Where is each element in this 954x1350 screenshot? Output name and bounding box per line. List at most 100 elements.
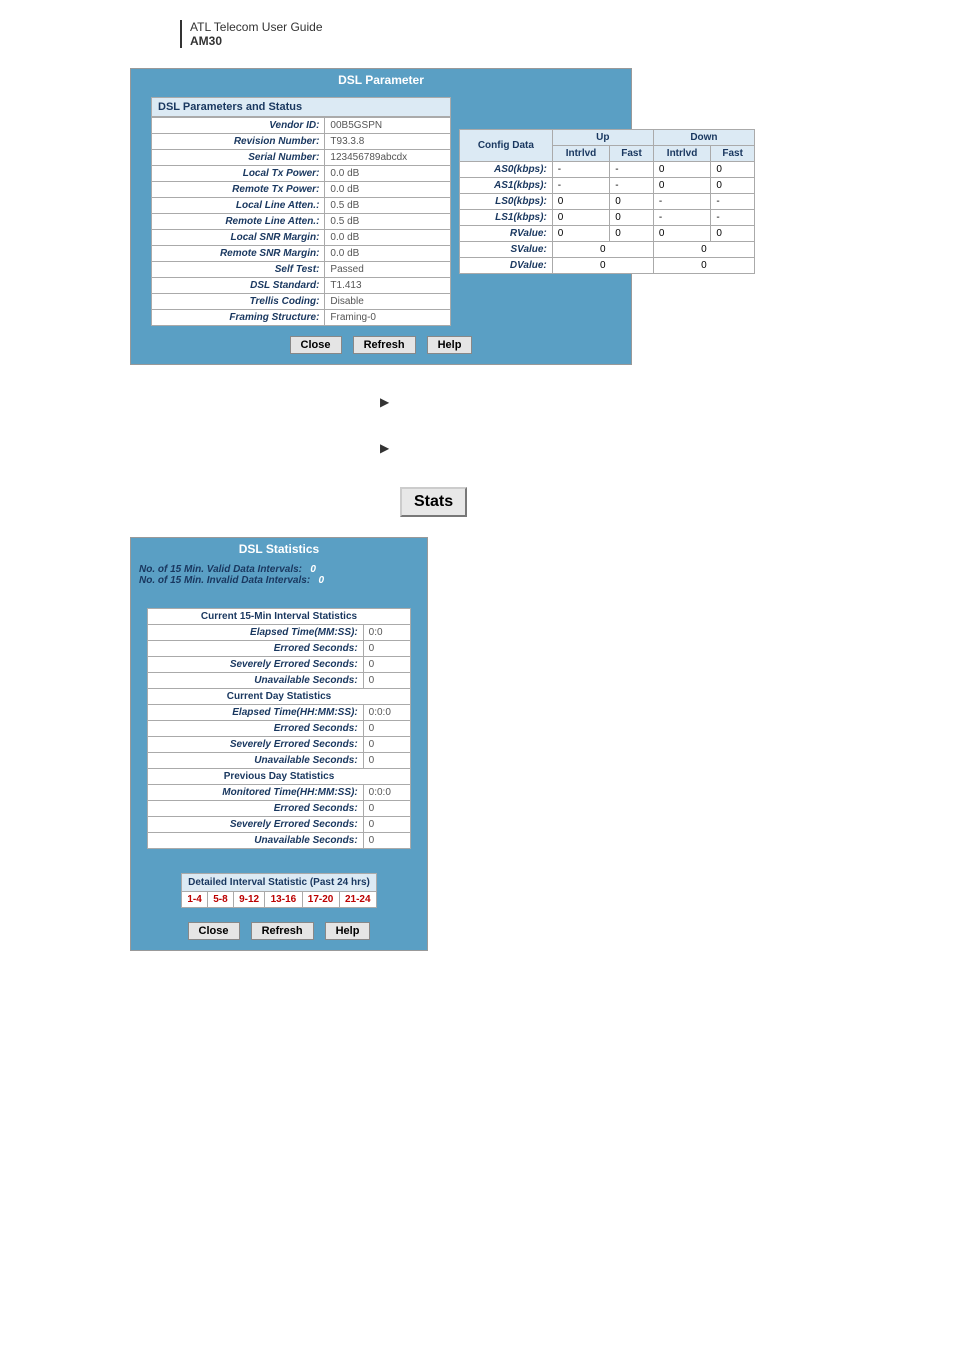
header-line2: AM30 (190, 34, 954, 48)
invalid-intervals-label: No. of 15 Min. Invalid Data Intervals: (139, 575, 310, 586)
config-row-label: AS1(kbps): (460, 178, 553, 194)
config-value: - (610, 162, 654, 178)
refresh-button[interactable]: Refresh (251, 922, 314, 940)
stats-value: 0 (363, 641, 410, 657)
config-row-label: SValue: (460, 242, 553, 258)
config-value: 0 (610, 226, 654, 242)
help-button[interactable]: Help (427, 336, 473, 354)
interval-link[interactable]: 17-20 (302, 892, 339, 908)
config-value: - (653, 210, 710, 226)
param-label: Remote Tx Power: (152, 182, 325, 198)
stats-value: 0 (363, 801, 410, 817)
stats-label: Severely Errored Seconds: (148, 817, 364, 833)
stats-label: Severely Errored Seconds: (148, 657, 364, 673)
close-button[interactable]: Close (188, 922, 240, 940)
config-down-header: Down (653, 130, 754, 146)
param-label: DSL Standard: (152, 278, 325, 294)
stats-value: 0 (363, 721, 410, 737)
stats-table: Current 15-Min Interval StatisticsElapse… (147, 608, 411, 849)
stats-label: Elapsed Time(HH:MM:SS): (148, 705, 364, 721)
param-label: Self Test: (152, 262, 325, 278)
param-value: 0.5 dB (325, 214, 451, 230)
stats-value: 0:0:0 (363, 785, 410, 801)
stats-label: Monitored Time(HH:MM:SS): (148, 785, 364, 801)
stats-button[interactable]: Stats (400, 487, 467, 517)
config-row-label: DValue: (460, 258, 553, 274)
stats-label: Errored Seconds: (148, 641, 364, 657)
param-label: Local SNR Margin: (152, 230, 325, 246)
param-label: Local Tx Power: (152, 166, 325, 182)
config-value: 0 (552, 242, 653, 258)
page-header: ATL Telecom User Guide AM30 (180, 20, 954, 48)
param-value: 0.5 dB (325, 198, 451, 214)
param-label: Framing Structure: (152, 310, 325, 326)
param-value: 123456789abcdx (325, 150, 451, 166)
interval-link[interactable]: 9-12 (233, 892, 265, 908)
param-value: 0.0 dB (325, 182, 451, 198)
param-value: 0.0 dB (325, 166, 451, 182)
config-value: - (552, 178, 609, 194)
dsl-param-button-bar: Close Refresh Help (131, 326, 631, 364)
stats-value: 0 (363, 817, 410, 833)
interval-link[interactable]: 5-8 (207, 892, 233, 908)
param-value: 0.0 dB (325, 230, 451, 246)
config-up-intrlvd: Intrlvd (552, 146, 609, 162)
stats-value: 0:0 (363, 625, 410, 641)
dsl-param-title: DSL Parameter (131, 69, 631, 91)
config-value: - (711, 210, 755, 226)
arrow-icon: ▶ (380, 395, 389, 409)
config-value: - (653, 194, 710, 210)
config-value: 0 (552, 258, 653, 274)
param-label: Remote Line Atten.: (152, 214, 325, 230)
interval-link[interactable]: 1-4 (182, 892, 208, 908)
param-label: Local Line Atten.: (152, 198, 325, 214)
config-value: 0 (552, 210, 609, 226)
stats-label: Errored Seconds: (148, 721, 364, 737)
dsl-parameter-panel: DSL Parameter DSL Parameters and Status … (130, 68, 632, 365)
param-label: Revision Number: (152, 134, 325, 150)
config-value: 0 (711, 226, 755, 242)
param-value: Disable (325, 294, 451, 310)
header-line1: ATL Telecom User Guide (190, 20, 954, 34)
stats-value: 0:0:0 (363, 705, 410, 721)
stats-label: Unavailable Seconds: (148, 753, 364, 769)
config-value: 0 (552, 226, 609, 242)
config-value: 0 (653, 178, 710, 194)
stats-value: 0 (363, 833, 410, 849)
dsl-param-table: Vendor ID:00B5GSPNRevision Number:T93.3.… (151, 117, 451, 326)
config-value: 0 (653, 242, 754, 258)
config-row-label: AS0(kbps): (460, 162, 553, 178)
instruction-row-2: ▶ (380, 441, 954, 455)
config-up-header: Up (552, 130, 653, 146)
config-value: - (552, 162, 609, 178)
param-label: Vendor ID: (152, 118, 325, 134)
dsl-stats-title: DSL Statistics (131, 538, 427, 560)
config-up-fast: Fast (610, 146, 654, 162)
stats-label: Unavailable Seconds: (148, 833, 364, 849)
config-row-label: RValue: (460, 226, 553, 242)
stats-section-header: Current 15-Min Interval Statistics (148, 609, 411, 625)
interval-link[interactable]: 13-16 (265, 892, 302, 908)
config-value: 0 (711, 162, 755, 178)
param-value: T1.413 (325, 278, 451, 294)
stats-button-area: Stats (400, 487, 954, 517)
stats-section-header: Previous Day Statistics (148, 769, 411, 785)
config-value: 0 (610, 194, 654, 210)
help-button[interactable]: Help (325, 922, 371, 940)
refresh-button[interactable]: Refresh (353, 336, 416, 354)
config-value: 0 (711, 178, 755, 194)
close-button[interactable]: Close (290, 336, 342, 354)
stats-value: 0 (363, 673, 410, 689)
stats-value: 0 (363, 737, 410, 753)
config-down-intrlvd: Intrlvd (653, 146, 710, 162)
interval-link[interactable]: 21-24 (339, 892, 376, 908)
instruction-row-1: ▶ (380, 395, 954, 409)
stats-label: Errored Seconds: (148, 801, 364, 817)
stats-label: Elapsed Time(MM:SS): (148, 625, 364, 641)
invalid-intervals-value: 0 (319, 575, 325, 586)
valid-intervals-label: No. of 15 Min. Valid Data Intervals: (139, 564, 302, 575)
config-value: 0 (653, 258, 754, 274)
config-data-table: Config Data Up Down Intrlvd Fast Intrlvd… (459, 129, 755, 274)
config-value: - (711, 194, 755, 210)
param-label: Trellis Coding: (152, 294, 325, 310)
